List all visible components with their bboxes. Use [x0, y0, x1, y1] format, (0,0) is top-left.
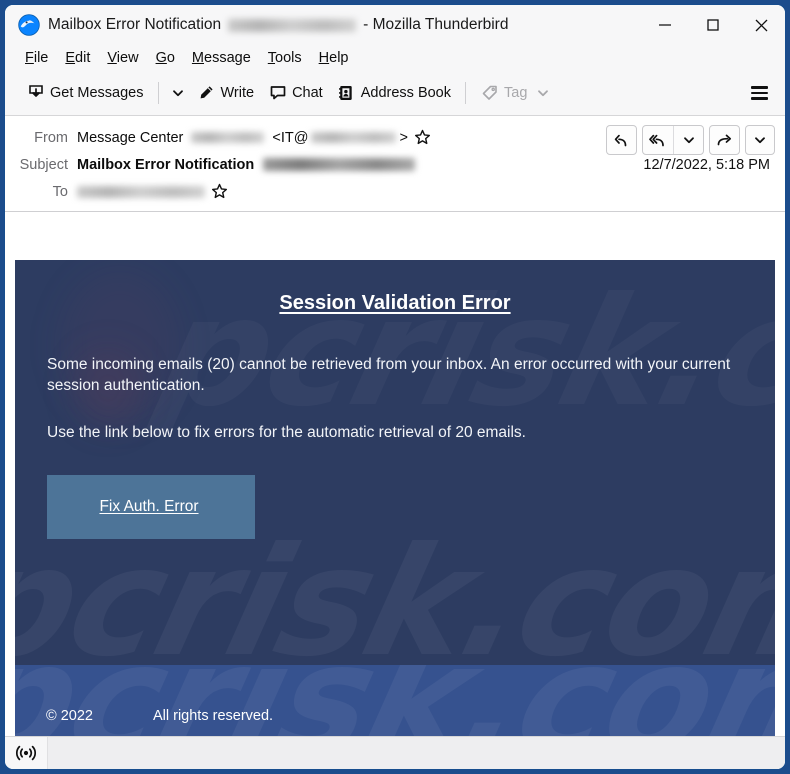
address-book-icon: [337, 84, 356, 103]
chat-bubble-icon: [268, 84, 287, 103]
to-row: To: [15, 178, 775, 205]
status-message-field: [47, 736, 785, 769]
window-title-prefix: Mailbox Error Notification: [48, 16, 222, 33]
thunderbird-logo-icon: [18, 14, 40, 36]
from-address-suffix: >: [399, 129, 408, 146]
from-sender-name: Message Center: [77, 129, 184, 146]
menu-item-help[interactable]: Help: [311, 48, 358, 68]
redacted-subject-address: [263, 158, 416, 171]
subject-value: Mailbox Error Notification: [77, 157, 643, 173]
menu-item-edit[interactable]: Edit: [57, 48, 99, 68]
star-icon[interactable]: [211, 183, 228, 200]
from-address-prefix: <IT@: [272, 129, 309, 146]
subject-row: Subject Mailbox Error Notification 12/7/…: [15, 151, 775, 178]
minimize-icon[interactable]: [641, 5, 689, 45]
email-footer: pcrisk.com © 2022 All rights reserved.: [15, 665, 775, 736]
redacted-recipient-address: [228, 18, 357, 32]
forward-arrow-icon: [717, 134, 732, 145]
footer-rights: All rights reserved.: [152, 708, 274, 724]
get-messages-dropdown[interactable]: [166, 77, 190, 109]
to-value[interactable]: [77, 183, 775, 200]
menu-item-go[interactable]: Go: [148, 48, 184, 68]
email-paragraph-2: Use the link below to fix errors for the…: [47, 424, 526, 441]
watermark-text: pcrisk.com: [15, 665, 775, 736]
hamburger-menu-icon-bar: [750, 97, 768, 100]
reply-all-arrow-icon: [649, 134, 664, 146]
reply-all-button[interactable]: [643, 126, 673, 154]
subject-label: Subject: [19, 156, 68, 173]
toolbar-separator: [157, 82, 159, 104]
title-bar: Mailbox Error Notification - Mozilla Thu…: [5, 5, 785, 45]
tag-button[interactable]: Tag: [473, 77, 556, 109]
thunderbird-window: Mailbox Error Notification - Mozilla Thu…: [5, 5, 785, 769]
redacted-to-address: [77, 185, 205, 198]
redacted-sender-domain: [191, 132, 265, 143]
chevron-down-icon: [538, 90, 549, 97]
phishing-email-card: pcrisk.com pcrisk.com Session Validation…: [15, 260, 775, 665]
tag-icon: [480, 84, 499, 103]
message-date: 12/7/2022, 5:18 PM: [643, 156, 770, 173]
close-icon[interactable]: [737, 5, 785, 45]
menu-bar: File Edit View Go Message Tools Help: [5, 45, 785, 71]
chevron-down-icon: [683, 137, 694, 144]
chat-label: Chat: [292, 85, 323, 101]
from-label: From: [34, 129, 68, 146]
window-title-suffix: - Mozilla Thunderbird: [363, 16, 509, 33]
reply-all-group: [642, 125, 704, 155]
fix-auth-error-button[interactable]: Fix Auth. Error: [47, 475, 255, 539]
main-toolbar: Get Messages Write Chat Address Book Tag: [5, 71, 785, 116]
more-actions-dropdown-button[interactable]: [745, 125, 775, 155]
menu-item-view[interactable]: View: [99, 48, 147, 68]
reply-button[interactable]: [606, 125, 637, 155]
subject-text: Mailbox Error Notification: [77, 156, 255, 173]
footer-copyright: © 2022: [46, 708, 93, 724]
app-menu-button[interactable]: [743, 77, 775, 109]
menu-item-message[interactable]: Message: [184, 48, 260, 68]
inbox-download-icon: [26, 84, 45, 103]
chevron-down-icon: [755, 137, 765, 144]
status-bar: [5, 736, 785, 769]
get-messages-label: Get Messages: [50, 85, 144, 101]
broadcast-connection-icon[interactable]: [5, 737, 47, 769]
write-button[interactable]: Write: [190, 77, 262, 109]
desktop-background: Mailbox Error Notification - Mozilla Thu…: [0, 0, 790, 774]
write-label: Write: [220, 85, 255, 101]
tag-label: Tag: [504, 85, 528, 101]
hamburger-menu-icon: [750, 86, 768, 89]
message-body: pcrisk.com pcrisk.com Session Validation…: [5, 212, 785, 736]
address-book-button[interactable]: Address Book: [330, 77, 458, 109]
toolbar-separator-2: [465, 82, 466, 104]
reply-arrow-icon: [614, 134, 627, 146]
reply-dropdown-button[interactable]: [673, 126, 703, 154]
maximize-icon[interactable]: [689, 5, 737, 45]
footer-content: © 2022 All rights reserved.: [15, 708, 775, 724]
email-heading: Session Validation Error: [279, 292, 511, 314]
fix-auth-error-link[interactable]: Fix Auth. Error: [99, 498, 198, 515]
to-label: To: [52, 183, 68, 200]
chat-button[interactable]: Chat: [261, 77, 330, 109]
menu-item-file[interactable]: File: [17, 48, 57, 68]
pencil-icon: [197, 84, 216, 103]
window-controls: [641, 5, 785, 45]
get-messages-button[interactable]: Get Messages: [19, 77, 151, 109]
window-title: Mailbox Error Notification - Mozilla Thu…: [48, 16, 508, 34]
redacted-sender-address: [311, 132, 397, 143]
forward-button[interactable]: [709, 125, 740, 155]
menu-item-tools[interactable]: Tools: [260, 48, 311, 68]
star-icon[interactable]: [414, 129, 431, 146]
message-header: From Message Center <IT@ > Subject Mailb…: [5, 116, 785, 212]
cta-wrapper: Fix Auth. Error: [15, 443, 775, 539]
email-paragraph-1: Some incoming emails (20) cannot be retr…: [47, 356, 731, 394]
hamburger-menu-icon-bar: [750, 91, 768, 95]
message-action-buttons: [606, 125, 775, 155]
address-book-label: Address Book: [360, 85, 451, 101]
chevron-down-icon: [172, 90, 183, 97]
